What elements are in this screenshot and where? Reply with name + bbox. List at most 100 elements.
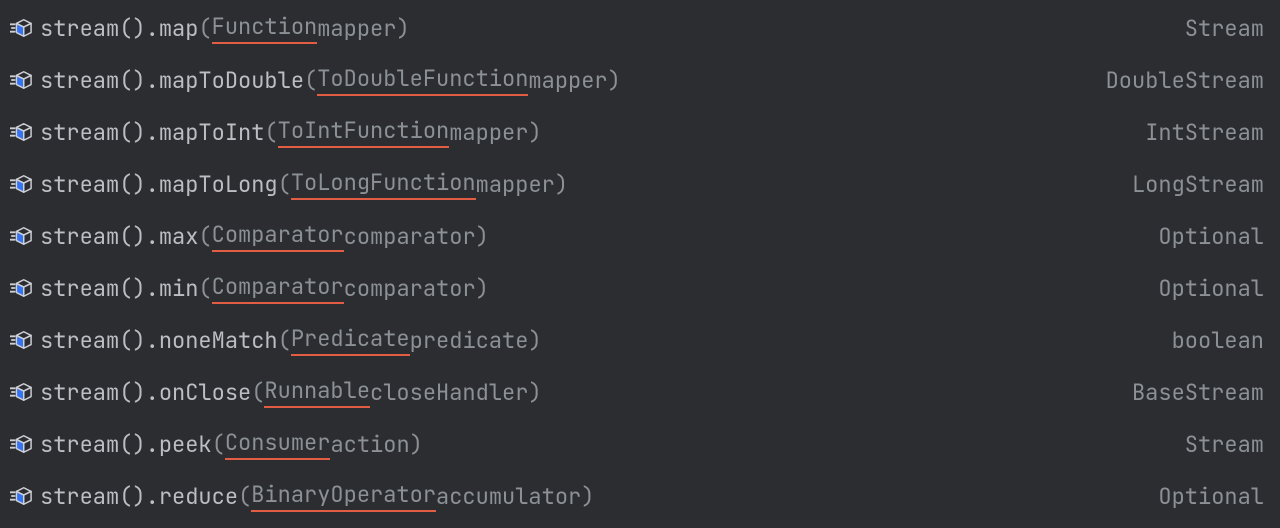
method-icon (10, 433, 38, 455)
completion-item[interactable]: stream().min(Comparator comparator) Optio… (0, 262, 1280, 314)
method-name: noneMatch (159, 326, 278, 355)
dot: . (146, 274, 159, 303)
return-type: Stream (1185, 430, 1264, 459)
param-type: Comparator (212, 220, 344, 252)
completion-item[interactable]: stream().mapToLong(ToLongFunction mapper… (0, 158, 1280, 210)
return-type: Optional (1158, 222, 1264, 251)
completion-prefix: stream() (40, 378, 146, 407)
return-type: DoubleStream (1106, 66, 1264, 95)
method-icon (10, 277, 38, 299)
dot: . (146, 482, 159, 511)
method-name: max (159, 222, 199, 251)
param-type: Predicate (291, 324, 410, 356)
completion-item[interactable]: stream().mapToInt(ToIntFunction mapper)I… (0, 106, 1280, 158)
method-name: reduce (159, 482, 238, 511)
paren-close: ) (410, 430, 423, 459)
completion-signature: stream().max(Comparator comparator) (40, 220, 1142, 252)
return-type: Optional (1158, 482, 1264, 511)
completion-prefix: stream() (40, 222, 146, 251)
completion-signature: stream().reduce(BinaryOperator accumulat… (40, 480, 1142, 512)
paren-close: ) (528, 326, 541, 355)
paren-open: ( (251, 378, 264, 407)
completion-signature: stream().onClose(Runnable closeHandler) (40, 376, 1116, 408)
paren-open: ( (212, 430, 225, 459)
param-type: Function (212, 12, 318, 44)
param-name: closeHandler (370, 378, 528, 407)
method-name: peek (159, 430, 212, 459)
completion-prefix: stream() (40, 482, 146, 511)
param-name: mapper (449, 118, 528, 147)
dot: . (146, 378, 159, 407)
paren-close: ) (476, 222, 489, 251)
completion-prefix: stream() (40, 170, 146, 199)
method-icon (10, 17, 38, 39)
param-name: action (330, 430, 409, 459)
param-name: mapper (317, 14, 396, 43)
completion-prefix: stream() (40, 118, 146, 147)
return-type: Stream (1185, 14, 1264, 43)
completion-signature: stream().map(Function mapper) (40, 12, 1169, 44)
paren-open: ( (278, 170, 291, 199)
dot: . (146, 326, 159, 355)
param-name: mapper (528, 66, 607, 95)
paren-close: ) (476, 274, 489, 303)
paren-close: ) (396, 14, 409, 43)
method-icon (10, 69, 38, 91)
method-name: mapToDouble (159, 66, 304, 95)
completion-signature: stream().mapToLong(ToLongFunction mapper… (40, 168, 1116, 200)
completion-signature: stream().min(Comparator comparator) (40, 272, 1142, 304)
completion-prefix: stream() (40, 66, 146, 95)
completion-signature: stream().peek(Consumer action) (40, 428, 1169, 460)
return-type: Optional (1158, 274, 1264, 303)
method-icon (10, 173, 38, 195)
method-name: onClose (159, 378, 251, 407)
completion-item[interactable]: stream().noneMatch(Predicate predicate) b… (0, 314, 1280, 366)
method-name: min (159, 274, 199, 303)
paren-open: ( (238, 482, 251, 511)
completion-item[interactable]: stream().onClose(Runnable closeHandler) B… (0, 366, 1280, 418)
param-name: mapper (476, 170, 555, 199)
paren-close: ) (528, 378, 541, 407)
completion-prefix: stream() (40, 430, 146, 459)
param-name: comparator (344, 222, 476, 251)
paren-open: ( (198, 274, 211, 303)
param-type: ToLongFunction (291, 168, 476, 200)
param-name: comparator (344, 274, 476, 303)
completion-prefix: stream() (40, 14, 146, 43)
return-type: IntStream (1145, 118, 1264, 147)
paren-open: ( (304, 66, 317, 95)
completion-item[interactable]: stream().reduce(BinaryOperator accumulat… (0, 470, 1280, 522)
dot: . (146, 430, 159, 459)
dot: . (146, 222, 159, 251)
return-type: BaseStream (1132, 378, 1264, 407)
param-type: BinaryOperator (251, 480, 436, 512)
dot: . (146, 66, 159, 95)
paren-open: ( (264, 118, 277, 147)
completion-item[interactable]: stream().map(Function mapper) Stream (0, 2, 1280, 54)
param-name: accumulator (436, 482, 581, 511)
paren-close: ) (528, 118, 541, 147)
completion-item[interactable]: stream().peek(Consumer action) Stream (0, 418, 1280, 470)
method-icon (10, 329, 38, 351)
paren-close: ) (608, 66, 621, 95)
paren-open: ( (198, 222, 211, 251)
completion-list: stream().map(Function mapper) Stream stre… (0, 0, 1280, 524)
dot: . (146, 14, 159, 43)
method-icon (10, 381, 38, 403)
method-name: mapToLong (159, 170, 278, 199)
completion-signature: stream().noneMatch(Predicate predicate) (40, 324, 1156, 356)
param-type: Consumer (225, 428, 331, 460)
completion-item[interactable]: stream().max(Comparator comparator) Optio… (0, 210, 1280, 262)
param-type: Comparator (212, 272, 344, 304)
method-icon (10, 121, 38, 143)
paren-open: ( (198, 14, 211, 43)
paren-close: ) (581, 482, 594, 511)
return-type: LongStream (1132, 170, 1264, 199)
return-type: boolean (1172, 326, 1264, 355)
param-type: Runnable (264, 376, 370, 408)
completion-item[interactable]: stream().mapToDouble(ToDoubleFunction ma… (0, 54, 1280, 106)
method-name: mapToInt (159, 118, 265, 147)
param-type: ToIntFunction (278, 116, 450, 148)
method-icon (10, 485, 38, 507)
dot: . (146, 170, 159, 199)
